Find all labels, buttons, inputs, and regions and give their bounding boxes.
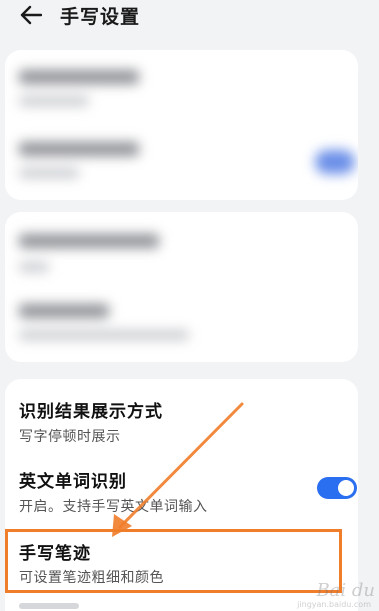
recognition-display-item[interactable]: 识别结果展示方式 写字停顿时展示 xyxy=(5,379,358,449)
item-subtitle: 开启。支持手写英文单词输入 xyxy=(19,499,208,515)
watermark-logo: Bai du xyxy=(316,580,375,601)
item-title: 手写笔迹 xyxy=(19,544,91,564)
item-title: 识别结果展示方式 xyxy=(19,402,163,422)
handwriting-stroke-item[interactable]: 手写笔迹 可设置笔迹粗细和颜色 xyxy=(5,529,358,595)
arrow-left-icon xyxy=(20,5,42,25)
watermark-url: jingyan.baidu.com xyxy=(297,600,371,609)
blurred-settings-card-1 xyxy=(5,50,358,200)
english-recognition-toggle[interactable] xyxy=(317,477,357,499)
handwriting-settings-card: 识别结果展示方式 写字停顿时展示 英文单词识别 开启。支持手写英文单词输入 手写… xyxy=(5,379,358,611)
blurred-settings-card-2 xyxy=(5,212,358,362)
item-subtitle: 可设置笔迹粗细和颜色 xyxy=(19,570,164,586)
blurred-content xyxy=(5,50,358,200)
blurred-content xyxy=(5,212,358,362)
app-header: 手写设置 xyxy=(0,0,379,34)
next-item-peek xyxy=(19,600,79,609)
item-title: 英文单词识别 xyxy=(19,472,127,492)
back-button[interactable] xyxy=(18,4,44,26)
english-word-recognition-item[interactable]: 英文单词识别 开启。支持手写英文单词输入 xyxy=(5,449,358,525)
page-title: 手写设置 xyxy=(60,6,141,28)
toggle-knob xyxy=(338,480,354,496)
item-subtitle: 写字停顿时展示 xyxy=(19,429,121,445)
